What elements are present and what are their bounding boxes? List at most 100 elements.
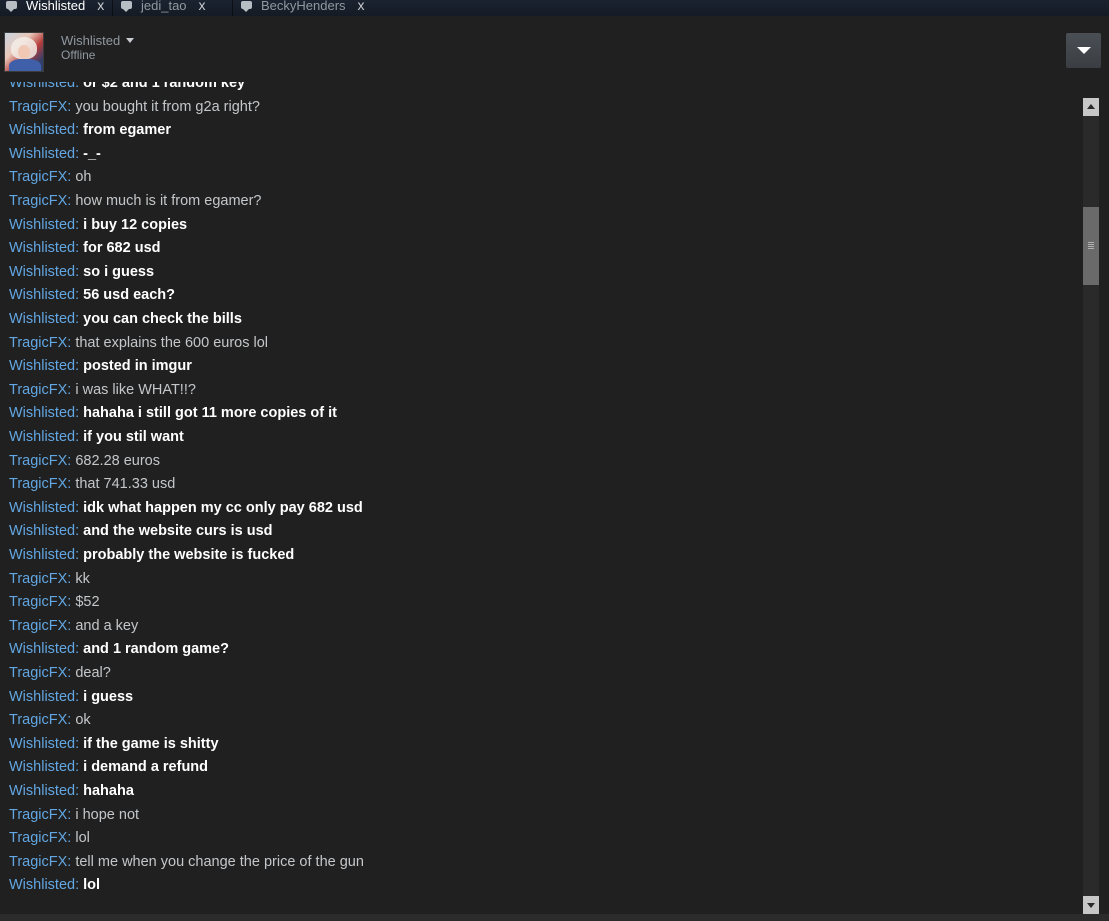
message-sender[interactable]: Wishlisted — [9, 736, 75, 752]
chat-menu-button[interactable] — [1066, 33, 1101, 68]
message-text: if you stil want — [83, 429, 184, 445]
message-text: hahaha — [83, 783, 134, 799]
message-separator: : — [75, 735, 84, 752]
chat-message: TragicFX: that 741.33 usd — [9, 473, 175, 496]
message-text: so i guess — [83, 263, 155, 280]
message-separator: : — [75, 311, 84, 327]
chat-bubble-icon — [6, 1, 17, 12]
chat-message: TragicFX: and a key — [9, 615, 138, 638]
chat-message: Wishlisted: hahaha i still got 11 more c… — [9, 402, 337, 425]
chat-message: TragicFX: lol — [9, 827, 90, 850]
message-sender[interactable]: TragicFX — [9, 830, 67, 846]
chat-message: Wishlisted: i demand a refund — [9, 756, 208, 779]
message-text: ok — [75, 712, 91, 729]
message-text: posted in imgur — [83, 358, 192, 375]
message-separator: : — [75, 216, 84, 233]
message-sender[interactable]: TragicFX — [9, 335, 67, 351]
message-sender[interactable]: Wishlisted — [9, 146, 75, 162]
chat-message: Wishlisted: idk what happen my cc only p… — [9, 497, 363, 520]
message-separator: : — [75, 145, 84, 162]
tab-jedi-tao[interactable]: jedi_tao x — [121, 0, 206, 16]
message-sender[interactable]: TragicFX — [9, 665, 67, 681]
message-sender[interactable]: Wishlisted — [9, 500, 75, 516]
message-sender[interactable]: Wishlisted — [9, 547, 75, 563]
close-icon[interactable]: x — [199, 0, 206, 13]
message-text: idk what happen my cc only pay 682 usd — [83, 499, 363, 516]
message-separator: : — [75, 263, 84, 280]
tab-label: Wishlisted — [26, 0, 86, 13]
chat-message: Wishlisted: so i guess — [9, 261, 154, 284]
chat-message: Wishlisted: i guess — [9, 686, 133, 709]
chat-message: Wishlisted: and 1 random game? — [9, 638, 229, 661]
chat-log[interactable]: Wishlisted: or $2 and 1 random key Tragic… — [0, 82, 1080, 914]
message-sender[interactable]: TragicFX — [9, 618, 67, 634]
message-sender[interactable]: Wishlisted — [9, 641, 75, 657]
message-sender[interactable]: Wishlisted — [9, 689, 75, 705]
message-sender[interactable]: Wishlisted — [9, 240, 75, 256]
message-separator: : — [75, 877, 84, 894]
scroll-thumb[interactable] — [1083, 207, 1099, 285]
message-sender[interactable]: TragicFX — [9, 712, 67, 728]
message-sender[interactable]: TragicFX — [9, 476, 67, 492]
friend-name-dropdown[interactable]: Wishlisted — [61, 33, 135, 48]
message-text: lol — [75, 830, 90, 847]
message-sender[interactable]: Wishlisted — [9, 877, 75, 893]
avatar[interactable] — [4, 32, 44, 72]
message-sender[interactable]: TragicFX — [9, 99, 67, 115]
chat-message: Wishlisted: from egamer — [9, 119, 171, 142]
message-text: you can check the bills — [83, 311, 242, 327]
chat-message: TragicFX: how much is it from egamer? — [9, 190, 262, 213]
message-sender[interactable]: TragicFX — [9, 193, 67, 209]
message-sender[interactable]: TragicFX — [9, 169, 67, 185]
chat-scrollbar[interactable] — [1083, 98, 1099, 914]
message-sender[interactable]: Wishlisted — [9, 287, 75, 303]
scroll-down-button[interactable] — [1083, 896, 1099, 914]
message-text: that explains the 600 euros lol — [75, 334, 268, 351]
chat-message: Wishlisted: or $2 and 1 random key — [9, 82, 245, 95]
chat-message: TragicFX: oh — [9, 166, 91, 189]
tab-beckyhenders[interactable]: BeckyHenders x — [241, 0, 365, 16]
tab-strip: Wishlisted x jedi_tao x BeckyHenders x — [0, 0, 1109, 16]
message-sender[interactable]: Wishlisted — [9, 122, 75, 138]
message-separator: : — [75, 499, 84, 516]
chat-message: Wishlisted: probably the website is fuck… — [9, 544, 294, 567]
chat-message: Wishlisted: for 682 usd — [9, 237, 161, 260]
message-sender[interactable]: Wishlisted — [9, 783, 75, 799]
message-sender[interactable]: Wishlisted — [9, 264, 75, 280]
chat-header: Wishlisted Offline — [0, 16, 1109, 92]
message-sender[interactable]: TragicFX — [9, 382, 67, 398]
close-icon[interactable]: x — [97, 0, 104, 13]
message-separator: : — [75, 405, 84, 422]
chat-message: Wishlisted: -_- — [9, 143, 101, 166]
message-text: from egamer — [83, 122, 171, 139]
friend-status: Offline — [61, 48, 96, 62]
message-text: if the game is shitty — [83, 735, 219, 752]
message-sender[interactable]: TragicFX — [9, 571, 67, 587]
message-sender[interactable]: TragicFX — [9, 807, 67, 823]
avatar-body — [9, 59, 41, 71]
message-sender[interactable]: Wishlisted — [9, 217, 75, 233]
message-separator: : — [75, 688, 84, 705]
message-sender[interactable]: Wishlisted — [9, 311, 75, 327]
chat-bubble-icon — [121, 1, 132, 12]
chat-message: TragicFX: deal? — [9, 662, 111, 685]
scroll-up-button[interactable] — [1083, 98, 1099, 116]
message-sender[interactable]: TragicFX — [9, 453, 67, 469]
chat-message: TragicFX: ok — [9, 709, 91, 732]
close-icon[interactable]: x — [358, 0, 365, 13]
message-sender[interactable]: Wishlisted — [9, 358, 75, 374]
message-sender[interactable]: Wishlisted — [9, 405, 75, 421]
message-sender[interactable]: Wishlisted — [9, 759, 75, 775]
message-text: i demand a refund — [83, 759, 209, 776]
message-sender[interactable]: TragicFX — [9, 854, 67, 870]
message-separator: : — [75, 358, 84, 375]
chat-window: Wishlisted x jedi_tao x BeckyHenders x W… — [0, 0, 1109, 921]
message-sender[interactable]: Wishlisted — [9, 82, 75, 91]
message-sender[interactable]: Wishlisted — [9, 429, 75, 445]
message-text: deal? — [75, 665, 111, 681]
message-sender[interactable]: Wishlisted — [9, 523, 75, 539]
message-sender[interactable]: TragicFX — [9, 594, 67, 610]
tab-wishlisted[interactable]: Wishlisted x — [6, 0, 104, 16]
message-text: you bought it from g2a right? — [75, 98, 260, 115]
tab-label: BeckyHenders — [261, 0, 346, 13]
